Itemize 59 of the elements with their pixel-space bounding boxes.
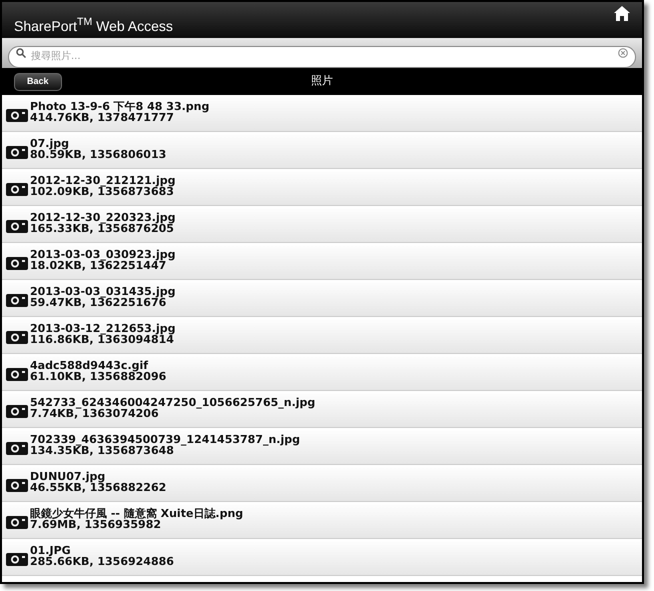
file-info: 7.74KB, 1363074206 — [30, 408, 159, 419]
file-row[interactable]: DUNU07.jpg 46.55KB, 1356882262 — [2, 465, 642, 502]
camera-icon — [6, 145, 28, 159]
back-button[interactable]: Back — [14, 72, 62, 90]
file-info: 7.69MB, 1356935982 — [30, 519, 162, 530]
camera-icon — [6, 330, 28, 344]
camera-icon — [6, 441, 28, 455]
file-row[interactable]: 2012-12-30_212121.jpg 102.09KB, 1356873683 — [2, 169, 642, 206]
file-row[interactable]: 2013-03-03_031435.jpg 59.47KB, 1362251676 — [2, 280, 642, 317]
search-icon — [16, 48, 26, 58]
camera-icon — [6, 515, 28, 529]
file-info: 134.35KB, 1356873648 — [30, 445, 174, 456]
camera-icon — [6, 552, 28, 566]
file-row[interactable]: 542733_624346004247250_1056625765_n.jpg 7.74KB, 1363074206 — [2, 391, 642, 428]
file-info: 80.59KB, 1356806013 — [30, 149, 166, 160]
file-info: 46.55KB, 1356882262 — [30, 482, 166, 493]
file-row[interactable]: 702339_4636394500739_1241453787_n.jpg 134.35KB, 1356873648 — [2, 428, 642, 465]
file-name: DUNU07.jpg — [30, 471, 106, 482]
file-row[interactable]: 01.JPG 285.66KB, 1356924886 — [2, 539, 642, 576]
file-name: 2012-12-30_212121.jpg — [30, 175, 176, 186]
file-name: 2013-03-03_030923.jpg — [30, 249, 176, 260]
camera-icon — [6, 478, 28, 492]
file-name: 542733_624346004247250_1056625765_n.jpg — [30, 397, 316, 408]
file-name: 2013-03-12_212653.jpg — [30, 323, 176, 334]
file-row[interactable]: 2013-03-12_212653.jpg 116.86KB, 1363094814 — [2, 317, 642, 354]
home-icon[interactable] — [614, 6, 630, 21]
page-title: 照片 — [311, 73, 333, 90]
file-row[interactable]: 2012-12-30_220323.jpg 165.33KB, 1356876205 — [2, 206, 642, 243]
file-row[interactable]: 眼鏡少女牛仔風 -- 隨意窩 Xuite日誌.png 7.69MB, 1356935982 — [2, 502, 642, 539]
file-name: 4adc588d9443c.gif — [30, 360, 148, 371]
file-row[interactable]: Photo 13-9-6 下午8 48 33.png 414.76KB, 1378471777 — [2, 95, 642, 132]
camera-icon — [6, 219, 28, 233]
search-field[interactable]: 搜尋照片... — [8, 46, 636, 68]
file-info: 414.76KB, 1378471777 — [30, 112, 174, 123]
file-name: 2012-12-30_220323.jpg — [30, 212, 176, 223]
file-row[interactable]: 07.jpg 80.59KB, 1356806013 — [2, 132, 642, 169]
file-name: Photo 13-9-6 下午8 48 33.png — [30, 101, 210, 112]
file-info: 165.33KB, 1356876205 — [30, 223, 174, 234]
camera-icon — [6, 404, 28, 418]
file-info: 285.66KB, 1356924886 — [30, 556, 174, 567]
camera-icon — [6, 108, 28, 122]
file-name: 眼鏡少女牛仔風 -- 隨意窩 Xuite日誌.png — [30, 508, 244, 519]
file-name: 702339_4636394500739_1241453787_n.jpg — [30, 434, 300, 445]
file-info: 102.09KB, 1356873683 — [30, 186, 174, 197]
file-info: 61.10KB, 1356882096 — [30, 371, 166, 382]
camera-icon — [6, 256, 28, 270]
camera-icon — [6, 293, 28, 307]
file-name: 07.jpg — [30, 138, 70, 149]
file-row[interactable]: 4adc588d9443c.gif 61.10KB, 1356882096 — [2, 354, 642, 391]
camera-icon — [6, 182, 28, 196]
file-name: 2013-03-03_031435.jpg — [30, 286, 176, 297]
camera-icon — [6, 367, 28, 381]
file-info: 18.02KB, 1362251447 — [30, 260, 166, 271]
file-info: 59.47KB, 1362251676 — [30, 297, 166, 308]
file-row[interactable]: 2013-03-03_030923.jpg 18.02KB, 1362251447 — [2, 243, 642, 280]
clear-icon[interactable] — [618, 48, 628, 58]
file-info: 116.86KB, 1363094814 — [30, 334, 174, 345]
app-title: SharePort$^{TM}$ Web Access — [14, 16, 173, 36]
file-name: 01.JPG — [30, 545, 71, 556]
